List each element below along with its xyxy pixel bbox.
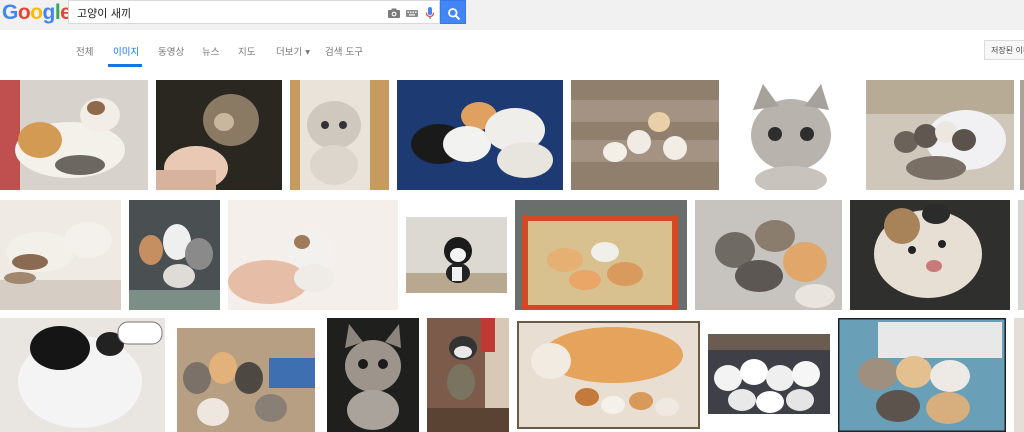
image-result[interactable] [0,80,148,190]
active-tab-underline [108,64,142,67]
microphone-icon[interactable] [423,5,437,19]
image-result[interactable] [517,321,700,429]
image-result[interactable] [695,200,842,310]
image-result[interactable] [727,80,858,190]
image-result[interactable] [1018,200,1024,310]
image-result[interactable] [838,318,1006,432]
tab-images[interactable]: 이미지 [113,44,139,58]
saved-images-button[interactable]: 저장된 이미 [984,40,1024,60]
logo-letter: o [30,1,43,24]
image-result[interactable] [327,318,419,432]
search-tabs: 전체 이미지 동영상 뉴스 지도 더보기 ▾ 검색 도구 저장된 이미 [0,30,1024,69]
tab-videos[interactable]: 동영상 [158,44,184,58]
image-results-grid [0,68,1024,432]
search-input[interactable]: 고양이 새끼 [68,0,440,24]
tab-search-tools[interactable]: 검색 도구 [325,44,363,58]
tab-all[interactable]: 전체 [76,44,93,58]
image-result[interactable] [708,334,830,414]
image-result[interactable] [0,318,165,432]
image-result[interactable] [515,200,687,310]
logo-letter: g [42,1,56,24]
image-result[interactable] [1014,318,1024,432]
image-result[interactable] [228,200,398,310]
image-result[interactable] [427,318,509,432]
camera-icon[interactable] [387,5,401,19]
image-result[interactable] [173,318,319,432]
logo-letter: G [2,1,18,24]
tab-news[interactable]: 뉴스 [202,44,219,58]
logo-letter: o [17,1,31,24]
search-query[interactable]: 고양이 새끼 [77,5,131,21]
tab-maps[interactable]: 지도 [238,44,255,58]
image-result[interactable] [571,80,719,190]
tab-more[interactable]: 더보기 ▾ [276,44,310,58]
search-button[interactable] [440,0,466,24]
image-result[interactable] [866,80,1014,190]
image-result[interactable] [397,80,563,190]
keyboard-icon[interactable] [405,5,419,19]
search-icon [447,6,461,21]
image-result[interactable] [156,80,282,190]
image-result[interactable] [129,200,220,310]
image-result[interactable] [1020,80,1024,190]
image-result[interactable] [406,217,507,293]
google-logo[interactable]: Google [2,0,72,26]
image-result[interactable] [290,80,389,190]
image-result[interactable] [0,200,121,310]
top-bar: Google 고양이 새끼 [0,0,1024,30]
image-result[interactable] [850,200,1010,310]
